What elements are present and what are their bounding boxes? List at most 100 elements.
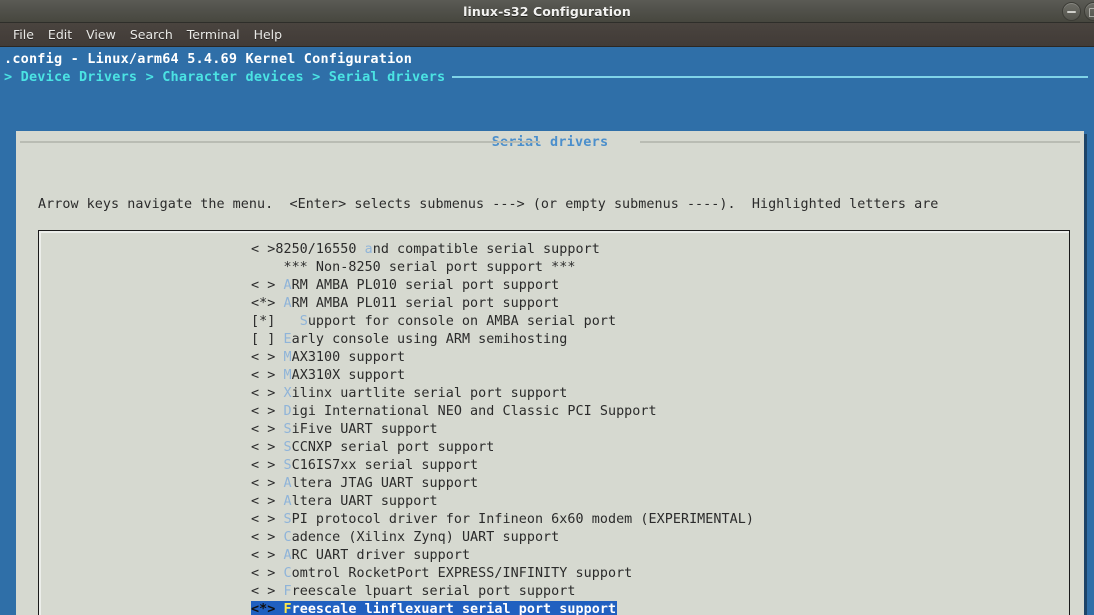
menu-option-row[interactable]: < > SC16IS7xx serial support [39, 457, 1069, 475]
option-label: AX3100 support [291, 350, 406, 365]
option-state-mark: < > [251, 494, 276, 509]
breadcrumb: > Device Drivers > Character devices > S… [4, 69, 446, 85]
option-state-mark: < > [251, 548, 276, 563]
option-label: upport for console on AMBA serial port [307, 314, 617, 329]
menu-option-row[interactable]: [ ] Early console using ARM semihosting [39, 331, 1069, 349]
option-hotkey-letter: A [283, 296, 292, 311]
option-state-mark: < > [251, 458, 276, 473]
option-label: omtrol RocketPort EXPRESS/INFINITY suppo… [291, 566, 633, 581]
option-label: ilinx uartlite serial port support [291, 386, 568, 401]
menu-option-row[interactable]: < > ARC UART driver support [39, 547, 1069, 565]
menu-option-row[interactable]: < > SCCNXP serial port support [39, 439, 1069, 457]
option-state-mark: < > [251, 278, 276, 293]
option-state-mark: < > [251, 368, 276, 383]
option-label: igi International NEO and Classic PCI Su… [291, 404, 657, 419]
option-hotkey-letter: S [283, 422, 292, 437]
option-hotkey-letter: F [283, 602, 292, 615]
option-label: arly console using ARM semihosting [291, 332, 568, 347]
option-hotkey-letter: D [283, 404, 292, 419]
menu-option-row[interactable]: < > Cadence (Xilinx Zynq) UART support [39, 529, 1069, 547]
option-hotkey-letter: A [283, 476, 292, 491]
menu-option-row[interactable]: < > Xilinx uartlite serial port support [39, 385, 1069, 403]
option-label: RC UART driver support [291, 548, 471, 563]
menu-listbox[interactable]: < >8250/16550 and compatible serial supp… [38, 230, 1070, 615]
option-hotkey-letter: M [283, 350, 292, 365]
minimize-icon [1067, 10, 1076, 13]
option-state-mark: < > [251, 440, 276, 455]
option-hotkey-letter: S [299, 314, 308, 329]
option-state-mark: < > [251, 242, 276, 257]
option-hotkey-letter: a [364, 242, 373, 257]
window-controls: □ [1062, 2, 1094, 21]
option-label: RM AMBA PL010 serial port support [291, 278, 560, 293]
option-state-mark: < > [251, 386, 276, 401]
option-indent [275, 314, 299, 329]
dialog-rule-right [640, 141, 1080, 143]
option-state-mark: <*> [251, 602, 276, 615]
window-title: linux-s32 Configuration [463, 3, 631, 19]
option-hotkey-letter: F [283, 584, 292, 599]
option-state-mark: < > [251, 422, 276, 437]
config-title: .config - Linux/arm64 5.4.69 Kernel Conf… [4, 51, 413, 67]
option-hotkey-letter: A [283, 278, 292, 293]
option-label: reescale linflexuart serial port support [291, 602, 617, 615]
option-state-mark: < > [251, 404, 276, 419]
breadcrumb-row: > Device Drivers > Character devices > S… [4, 68, 1090, 86]
option-label: AX310X support [291, 368, 406, 383]
help-line-1: Arrow keys navigate the menu. <Enter> se… [38, 196, 939, 212]
menu-item-view[interactable]: View [79, 25, 123, 44]
menu-item-edit[interactable]: Edit [41, 25, 79, 44]
option-hotkey-letter: M [283, 368, 292, 383]
option-label-tail: nd compatible serial support [372, 242, 600, 257]
menu-option-row[interactable]: [*] Support for console on AMBA serial p… [39, 313, 1069, 331]
maximize-button[interactable]: □ [1084, 2, 1094, 21]
menu-option-row[interactable]: < > Digi International NEO and Classic P… [39, 403, 1069, 421]
option-state-mark: < > [251, 512, 276, 527]
option-label: ltera UART support [291, 494, 438, 509]
menu-option-row[interactable]: < > Comtrol RocketPort EXPRESS/INFINITY … [39, 565, 1069, 583]
option-hotkey-letter: A [283, 494, 292, 509]
option-hotkey-letter: S [283, 440, 292, 455]
menu-list: < >8250/16550 and compatible serial supp… [39, 231, 1069, 615]
window-titlebar: linux-s32 Configuration □ [0, 0, 1094, 23]
minimize-button[interactable] [1062, 2, 1081, 21]
option-label: ltera JTAG UART support [291, 476, 479, 491]
menu-option-row[interactable]: <*> ARM AMBA PL011 serial port support [39, 295, 1069, 313]
option-state-mark: < > [251, 476, 276, 491]
maximize-icon: □ [1088, 5, 1094, 18]
option-label: C16IS7xx serial support [291, 458, 479, 473]
option-state-mark: <*> [251, 296, 276, 311]
menu-item-terminal[interactable]: Terminal [180, 25, 247, 44]
option-hotkey-letter: A [283, 548, 292, 563]
option-label: *** Non-8250 serial port support *** [283, 260, 576, 275]
menu-option-row[interactable]: < > MAX310X support [39, 367, 1069, 385]
menu-item-search[interactable]: Search [123, 25, 180, 44]
option-indent [251, 260, 283, 275]
menu-option-row[interactable]: < >8250/16550 and compatible serial supp… [39, 241, 1069, 259]
menu-item-file[interactable]: File [6, 25, 41, 44]
option-label: iFive UART support [291, 422, 438, 437]
option-hotkey-letter: X [283, 386, 292, 401]
option-label: CCNXP serial port support [291, 440, 495, 455]
option-hotkey-letter: C [283, 530, 292, 545]
menu-option-row[interactable]: < > SiFive UART support [39, 421, 1069, 439]
option-hotkey-letter: S [283, 458, 292, 473]
menu-item-help[interactable]: Help [247, 25, 290, 44]
menu-option-row[interactable]: < > Freescale lpuart serial port support [39, 583, 1069, 601]
menubar: File Edit View Search Terminal Help [0, 23, 1094, 47]
menu-option-row[interactable]: < > Altera JTAG UART support [39, 475, 1069, 493]
option-hotkey-letter: C [283, 566, 292, 581]
breadcrumb-rule [452, 76, 1088, 78]
dialog-titlebar: Serial drivers [16, 131, 1084, 151]
menu-option-row[interactable]: *** Non-8250 serial port support *** [39, 259, 1069, 277]
menu-option-row[interactable]: < > SPI protocol driver for Infineon 6x6… [39, 511, 1069, 529]
option-hotkey-letter: S [283, 512, 292, 527]
serial-drivers-dialog: Serial drivers Arrow keys navigate the m… [16, 131, 1084, 615]
option-label: RM AMBA PL011 serial port support [291, 296, 560, 311]
option-label: adence (Xilinx Zynq) UART support [291, 530, 560, 545]
menu-option-row[interactable]: < > Altera UART support [39, 493, 1069, 511]
option-state-mark: < > [251, 350, 276, 365]
option-state-mark: < > [251, 566, 276, 581]
menu-option-row[interactable]: < > MAX3100 support [39, 349, 1069, 367]
menu-option-row[interactable]: < > ARM AMBA PL010 serial port support [39, 277, 1069, 295]
